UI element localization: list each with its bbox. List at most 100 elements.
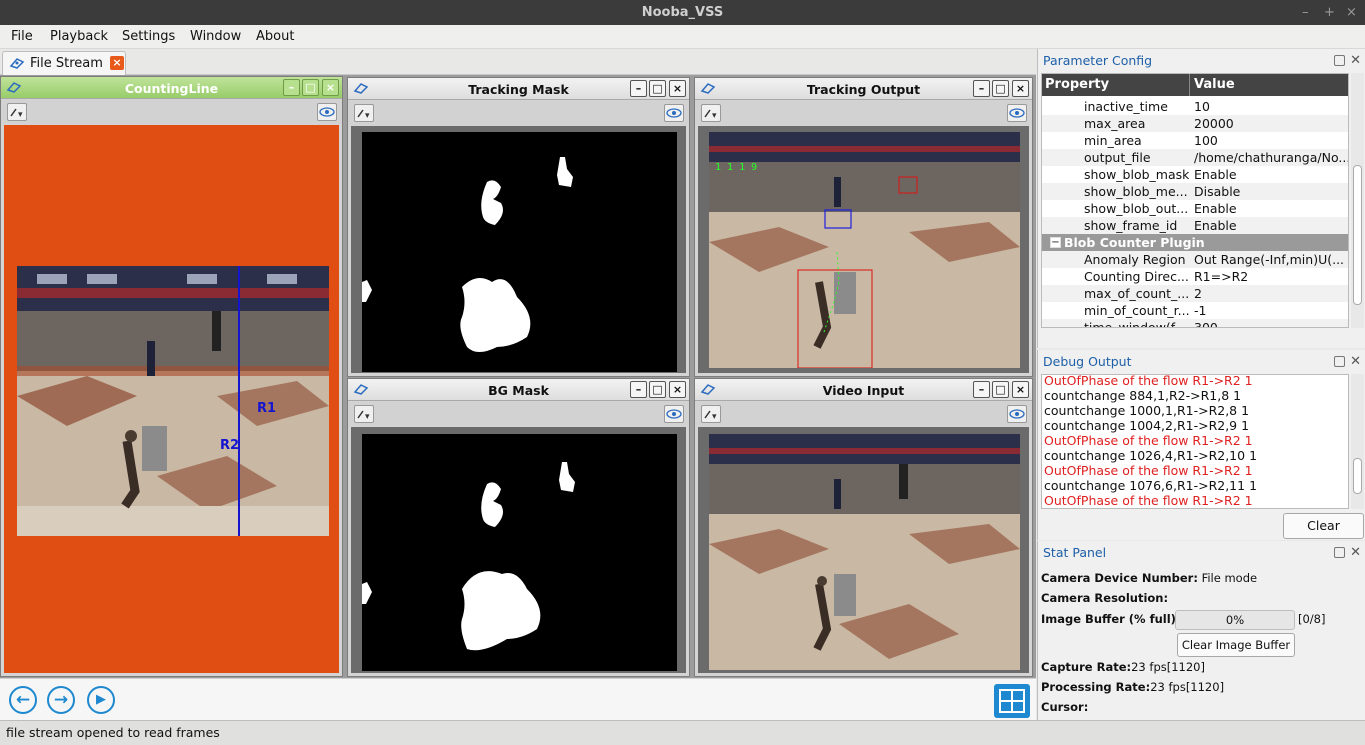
parameter-key: Anomaly Region — [1084, 252, 1186, 267]
subwindow-titlebar[interactable]: Video Input – □ × — [695, 379, 1032, 401]
minimize-button[interactable]: – — [630, 80, 647, 97]
menu-window[interactable]: Window — [190, 29, 241, 44]
forward-arrow-icon[interactable]: → — [47, 686, 75, 714]
parameter-value[interactable]: /home/chathuranga/No... — [1194, 150, 1348, 165]
parameter-value[interactable]: 10 — [1194, 99, 1348, 114]
minimize-window-button[interactable]: – — [1302, 0, 1309, 25]
tracking-output-window[interactable]: Tracking Output – □ × ▾ 1 1 1 9 — [694, 77, 1033, 377]
scrollbar-thumb[interactable] — [1353, 458, 1362, 494]
minimize-button[interactable]: – — [630, 381, 647, 398]
close-icon[interactable]: ✕ — [1350, 53, 1361, 68]
maximize-button[interactable]: □ — [649, 80, 666, 97]
scrollbar-thumb[interactable] — [1353, 165, 1362, 305]
maximize-button[interactable]: □ — [302, 79, 319, 96]
scrollbar[interactable] — [1351, 374, 1364, 509]
maximize-window-button[interactable]: + — [1324, 0, 1335, 25]
parameter-row[interactable]: Anomaly Region Out Range(-Inf,min)U(... — [1042, 251, 1348, 268]
maximize-button[interactable]: □ — [992, 381, 1009, 398]
parameter-key: inactive_time — [1084, 99, 1168, 114]
eye-icon[interactable] — [1007, 405, 1027, 423]
close-icon[interactable]: ✕ — [1350, 545, 1361, 560]
float-icon[interactable] — [1334, 547, 1345, 558]
scrollbar[interactable] — [1351, 73, 1364, 328]
parameter-value[interactable]: Disable — [1194, 184, 1348, 199]
cursor-row: Cursor: — [1041, 700, 1089, 714]
tab-close-button[interactable]: × — [110, 56, 124, 70]
parameter-value[interactable]: 300 — [1194, 320, 1348, 327]
video-input-window[interactable]: Video Input – □ × ▾ — [694, 378, 1033, 677]
parameter-row[interactable]: max_of_count_... 2 — [1042, 285, 1348, 302]
parameter-row[interactable]: show_blob_out... Enable — [1042, 200, 1348, 217]
clear-image-buffer-button[interactable]: Clear Image Buffer — [1177, 633, 1295, 657]
play-icon[interactable]: ▶ — [87, 686, 115, 714]
subwindow-titlebar[interactable]: Tracking Output – □ × — [695, 78, 1032, 100]
menu-about[interactable]: About — [256, 29, 294, 44]
property-column-header: Property — [1045, 77, 1110, 92]
back-arrow-icon[interactable]: ← — [9, 686, 37, 714]
parameter-value[interactable]: Enable — [1194, 201, 1348, 216]
minimize-button[interactable]: – — [973, 381, 990, 398]
subwindow-titlebar[interactable]: BG Mask – □ × — [348, 379, 689, 401]
parameter-row[interactable]: show_blob_mask Enable — [1042, 166, 1348, 183]
parameter-group-row[interactable]: − Blob Counter Plugin — [1042, 234, 1348, 251]
collapse-icon[interactable]: − — [1050, 237, 1061, 248]
parameter-value[interactable]: Out Range(-Inf,min)U(... — [1194, 252, 1348, 267]
subwindow-titlebar[interactable]: CountingLine – □ × — [1, 77, 342, 99]
eye-icon[interactable] — [1007, 104, 1027, 122]
tracking-mask-window[interactable]: Tracking Mask – □ × ▾ — [347, 77, 690, 377]
options-dropdown-button[interactable]: ▾ — [7, 103, 27, 121]
close-button[interactable]: × — [322, 79, 339, 96]
station-video-frame: R1 R2 — [17, 266, 329, 536]
parameter-value[interactable]: 2 — [1194, 286, 1348, 301]
options-dropdown-button[interactable]: ▾ — [354, 405, 374, 423]
parameter-value[interactable]: Enable — [1194, 167, 1348, 182]
counting-line-window[interactable]: CountingLine – □ × ▾ R1 R2 — [0, 76, 343, 677]
subwindow-toolbar: ▾ — [348, 402, 689, 426]
maximize-button[interactable]: □ — [992, 80, 1009, 97]
eye-icon[interactable] — [317, 103, 337, 121]
close-button[interactable]: × — [1012, 381, 1029, 398]
parameter-row[interactable]: show_blob_me... Disable — [1042, 183, 1348, 200]
menu-settings[interactable]: Settings — [122, 29, 175, 44]
parameter-value[interactable]: R1=>R2 — [1194, 269, 1348, 284]
options-dropdown-button[interactable]: ▾ — [354, 104, 374, 122]
close-window-button[interactable]: × — [1346, 0, 1357, 25]
close-button[interactable]: × — [669, 381, 686, 398]
parameter-key: Counting Direc... — [1084, 269, 1189, 284]
parameter-row[interactable]: output_file/home/chathuranga/No... — [1042, 149, 1348, 166]
parameter-row[interactable]: show_frame_id Enable — [1042, 217, 1348, 234]
maximize-button[interactable]: □ — [649, 381, 666, 398]
parameter-row[interactable]: Counting Direc... R1=>R2 — [1042, 268, 1348, 285]
parameter-row[interactable]: time_window(f... 300 — [1042, 319, 1348, 327]
parameter-key: Blob Counter Plugin — [1064, 235, 1205, 250]
float-icon[interactable] — [1334, 356, 1345, 367]
close-button[interactable]: × — [1012, 80, 1029, 97]
clear-button[interactable]: Clear — [1283, 513, 1364, 539]
options-dropdown-button[interactable]: ▾ — [701, 405, 721, 423]
parameter-row[interactable]: min_area 100 — [1042, 132, 1348, 149]
mask-frame — [362, 434, 677, 671]
parameter-value[interactable]: -1 — [1194, 303, 1348, 318]
parameter-row[interactable]: min_of_count_r... -1 — [1042, 302, 1348, 319]
eye-icon[interactable] — [664, 405, 684, 423]
menu-playback[interactable]: Playback — [50, 29, 108, 44]
parameter-value[interactable]: 20000 — [1194, 116, 1348, 131]
tile-windows-icon[interactable] — [994, 684, 1030, 718]
menu-file[interactable]: File — [11, 29, 33, 44]
parameter-value[interactable]: 100 — [1194, 133, 1348, 148]
float-icon[interactable] — [1334, 55, 1345, 66]
parameter-row[interactable]: inactive_time 10 — [1042, 98, 1348, 115]
bg-mask-window[interactable]: BG Mask – □ × ▾ — [347, 378, 690, 677]
minimize-button[interactable]: – — [973, 80, 990, 97]
minimize-button[interactable]: – — [283, 79, 300, 96]
parameter-value[interactable]: Enable — [1194, 218, 1348, 233]
subwindow-titlebar[interactable]: Tracking Mask – □ × — [348, 78, 689, 100]
close-button[interactable]: × — [669, 80, 686, 97]
parameter-row[interactable]: max_area 20000 — [1042, 115, 1348, 132]
tab-file-stream[interactable]: File Stream × — [2, 51, 126, 75]
close-icon[interactable]: ✕ — [1350, 354, 1361, 369]
eye-icon[interactable] — [664, 104, 684, 122]
title-bar: Nooba_VSS – + × — [0, 0, 1365, 25]
log-line: OutOfPhase of the flow R1->R2 1 — [1044, 463, 1253, 478]
options-dropdown-button[interactable]: ▾ — [701, 104, 721, 122]
